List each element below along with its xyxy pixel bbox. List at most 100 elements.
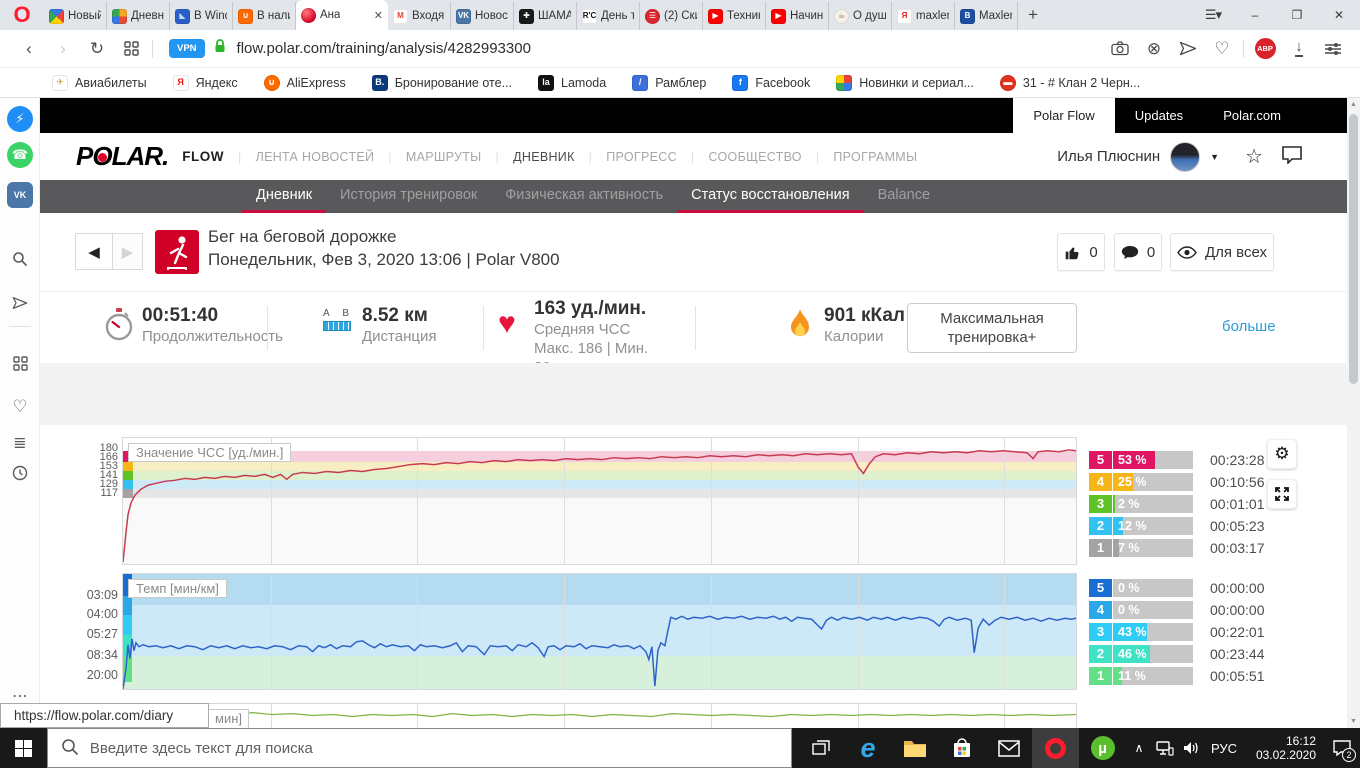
favorites-star-icon[interactable]: ☆ (1245, 144, 1263, 169)
browser-tab[interactable]: B Maxler ✕ (955, 2, 1018, 30)
reload-icon[interactable]: ↻ (80, 39, 114, 59)
visibility-button[interactable]: Для всех (1170, 233, 1274, 271)
vk-icon[interactable]: VK (7, 182, 33, 208)
browser-tab[interactable]: M Входящ ✕ (388, 2, 451, 30)
news-icon[interactable]: ≣ (7, 430, 33, 456)
vpn-badge[interactable]: VPN (169, 39, 205, 58)
task-view-button[interactable] (798, 728, 845, 768)
sliders-icon[interactable] (1316, 42, 1350, 56)
crypto-icon[interactable]: ⊗ (1137, 39, 1171, 59)
bookmark-item[interactable]: Новинки и сериал... (836, 74, 974, 91)
more-link[interactable]: больше (1222, 318, 1276, 335)
nav-item[interactable]: МАРШРУТЫ (374, 150, 481, 164)
my-flow-icon[interactable] (7, 290, 33, 316)
minimize-button[interactable]: – (1234, 0, 1276, 30)
speed-dial-icon[interactable] (114, 41, 148, 56)
nav-item[interactable]: ПРОГРЕСС (575, 150, 677, 164)
chart-settings-button[interactable]: ⚙ (1267, 439, 1297, 469)
previous-session-button[interactable]: ◀ (75, 233, 113, 270)
lock-icon[interactable] (213, 38, 227, 59)
cadence-chart-partial[interactable] (122, 703, 1077, 728)
language-indicator[interactable]: РУС (1204, 741, 1244, 756)
download-icon[interactable]: ↓ (1282, 39, 1316, 57)
training-benefit-button[interactable]: Максимальная тренировка+ (907, 303, 1077, 353)
search-icon[interactable] (7, 246, 33, 272)
action-center-button[interactable]: 2 (1324, 728, 1360, 768)
adblock-icon[interactable]: ABP (1248, 38, 1282, 59)
bookmark-item[interactable]: / Рамблер (632, 74, 706, 91)
mail-icon[interactable] (985, 728, 1032, 768)
browser-tab[interactable]: ▶ Техник ✕ (703, 2, 766, 30)
page-scrollbar[interactable]: ▲ ▼ (1347, 98, 1360, 728)
volume-icon[interactable] (1178, 728, 1204, 768)
bookmarks-heart-icon[interactable]: ♡ (7, 394, 33, 420)
browser-tab[interactable]: ✚ ШАМА ✕ (514, 2, 577, 30)
browser-tab[interactable]: ☕ О душе ✕ (829, 2, 892, 30)
store-icon[interactable] (938, 728, 985, 768)
url-field[interactable]: flow.polar.com/training/analysis/4282993… (237, 40, 531, 57)
edge-icon[interactable]: e (845, 728, 892, 768)
browser-tab[interactable]: ◣ В Wind ✕ (170, 2, 233, 30)
scrollbar-thumb[interactable] (1349, 114, 1358, 384)
avatar[interactable] (1170, 141, 1201, 172)
like-button[interactable]: 0 (1057, 233, 1105, 271)
camera-icon[interactable] (1103, 41, 1137, 56)
fullscreen-button[interactable] (1267, 479, 1297, 509)
next-session-button[interactable]: ▶ (112, 233, 143, 270)
new-tab-button[interactable]: + (1018, 0, 1048, 30)
bookmark-item[interactable]: Я Яндекс (172, 74, 238, 91)
forward-icon[interactable]: › (46, 39, 80, 59)
browser-tab[interactable]: Новый ✕ (44, 2, 107, 30)
opera-menu-icon[interactable]: O (0, 0, 44, 30)
subnav-item[interactable]: Статус восстановления (677, 180, 864, 213)
bookmark-heart-icon[interactable]: ♡ (1205, 39, 1239, 59)
polar-top-link[interactable]: Polar Flow (1013, 98, 1115, 133)
subnav-item[interactable]: Balance (864, 180, 944, 213)
tab-close-icon[interactable]: ✕ (374, 9, 383, 22)
browser-tab[interactable]: VK Новост ✕ (451, 2, 514, 30)
nav-item[interactable]: ЛЕНТА НОВОСТЕЙ (224, 150, 374, 164)
subnav-item[interactable]: Физическая активность (491, 180, 677, 213)
search-input[interactable] (46, 728, 792, 768)
network-icon[interactable] (1152, 728, 1178, 768)
restore-button[interactable]: ❐ (1276, 0, 1318, 30)
close-button[interactable]: ✕ (1318, 0, 1360, 30)
bookmark-item[interactable]: f Facebook (732, 74, 810, 91)
history-icon[interactable] (7, 460, 33, 486)
polar-logo[interactable]: POLAR. (76, 141, 169, 172)
feedback-icon[interactable] (1281, 145, 1303, 169)
comment-button[interactable]: 0 (1114, 233, 1162, 271)
subnav-item[interactable]: Дневник (242, 180, 327, 213)
hr-chart[interactable]: Значение ЧСС [уд./мин.] (122, 437, 1077, 565)
browser-tab[interactable]: Дневн ✕ (107, 2, 170, 30)
bookmark-item[interactable]: B. Бронирование оте... (371, 74, 512, 91)
scroll-up-icon[interactable]: ▲ (1347, 101, 1360, 108)
browser-tab[interactable]: ▶ Начина ✕ (766, 2, 829, 30)
utorrent-icon[interactable]: µ (1079, 728, 1126, 768)
hidden-icons-chevron[interactable]: ∧ (1126, 728, 1152, 768)
nav-item[interactable]: ПРОГРАММЫ (802, 150, 918, 164)
tab-menu-icon[interactable]: ☰▾ (1192, 0, 1234, 30)
bookmark-item[interactable]: ✈ Авиабилеты (52, 75, 146, 91)
browser-tab[interactable]: Я maxler ✕ (892, 2, 955, 30)
user-menu[interactable]: Илья Плюснин ▼ ☆ (1057, 141, 1347, 172)
file-explorer-icon[interactable] (891, 728, 938, 768)
polar-top-link[interactable]: Polar.com (1203, 98, 1301, 133)
bookmark-item[interactable]: ▬ 31 - # Клан 2 Черн... (999, 74, 1140, 91)
nav-item[interactable]: ДНЕВНИК (482, 150, 575, 164)
nav-flow[interactable]: FLOW (182, 149, 224, 164)
taskbar-search[interactable] (46, 728, 792, 768)
back-icon[interactable]: ‹ (12, 39, 46, 59)
bookmark-item[interactable]: ∪ AliExpress (263, 74, 346, 91)
speed-dial-icon[interactable] (7, 350, 33, 376)
scroll-down-icon[interactable]: ▼ (1347, 718, 1360, 725)
polar-top-link[interactable]: Updates (1115, 98, 1203, 133)
browser-tab[interactable]: R'C День т ✕ (577, 2, 640, 30)
messenger-icon[interactable]: ⚡ (7, 106, 33, 132)
opera-taskbar-icon[interactable] (1032, 728, 1080, 768)
whatsapp-icon[interactable]: ☎ (7, 142, 33, 168)
browser-tab[interactable]: ☰ (2) Ски ✕ (640, 2, 703, 30)
pace-chart[interactable]: Темп [мин/км] (122, 573, 1077, 690)
browser-tab[interactable]: ∪ В нали ✕ (233, 2, 296, 30)
clock[interactable]: 16:12 03.02.2020 (1244, 734, 1316, 762)
